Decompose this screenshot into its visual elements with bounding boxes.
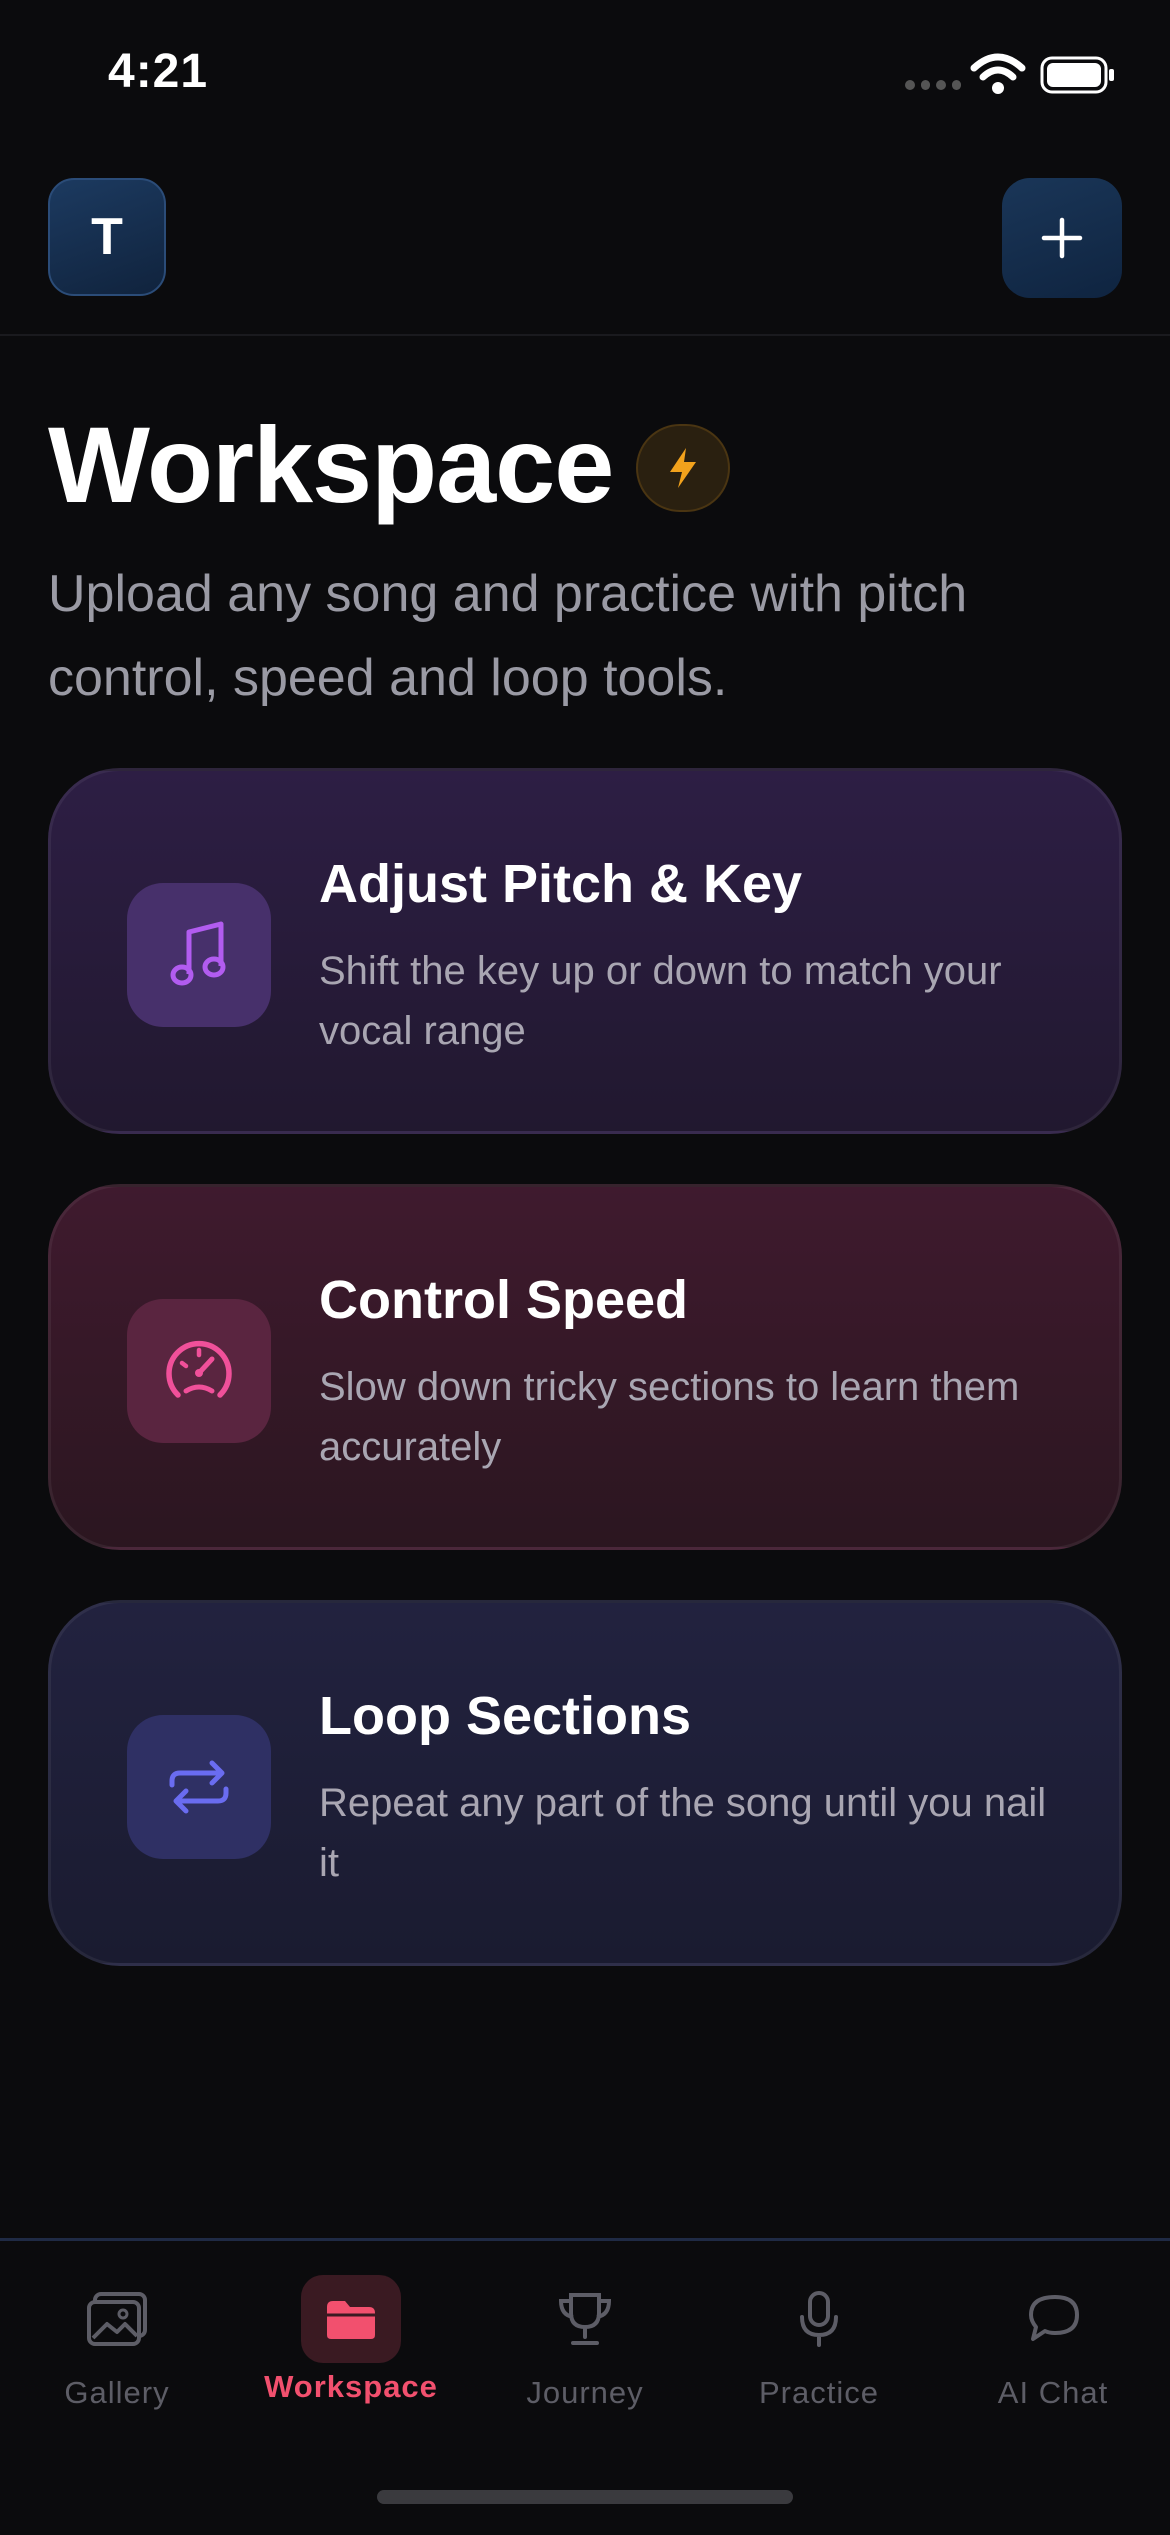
card-title: Adjust Pitch & Key	[319, 854, 803, 914]
top-header: T	[0, 150, 1170, 336]
home-indicator	[377, 2490, 793, 2504]
add-button[interactable]	[1002, 178, 1122, 298]
pro-badge[interactable]	[636, 424, 730, 512]
tab-practice[interactable]: Practice	[702, 2241, 936, 2461]
tab-label: AI Chat	[997, 2375, 1109, 2410]
card-icon-container	[127, 1715, 271, 1859]
status-time: 4:21	[108, 45, 209, 98]
plus-icon	[1041, 217, 1083, 259]
chat-bubble-icon	[1003, 2275, 1103, 2363]
trophy-icon	[535, 2275, 635, 2363]
microphone-icon	[769, 2275, 869, 2363]
status-bar: 4:21	[0, 0, 1170, 150]
speedometer-icon	[166, 1340, 232, 1398]
folder-icon	[301, 2275, 401, 2363]
card-title: Control Speed	[319, 1270, 689, 1330]
tab-label: Gallery	[64, 2375, 170, 2410]
card-title: Loop Sections	[319, 1686, 692, 1746]
page-subtitle: Upload any song and practice with pitch …	[48, 565, 968, 707]
gallery-icon	[67, 2275, 167, 2363]
page-title: Workspace	[48, 404, 614, 525]
wifi-icon	[970, 53, 1026, 94]
card-icon-container	[127, 883, 271, 1027]
card-description: Shift the key up or down to match your v…	[319, 949, 1002, 1053]
loop-sections-card[interactable]: Loop Sections Repeat any part of the son…	[48, 1600, 1122, 1966]
lightning-bolt-icon	[670, 448, 696, 488]
card-description: Repeat any part of the song until you na…	[319, 1781, 1047, 1885]
battery-icon	[1040, 56, 1114, 94]
card-description: Slow down tricky sections to learn them …	[319, 1365, 1020, 1469]
tab-gallery[interactable]: Gallery	[0, 2241, 234, 2461]
tab-label: Workspace	[264, 2369, 438, 2404]
tab-workspace[interactable]: Workspace	[234, 2241, 468, 2461]
adjust-pitch-card[interactable]: Adjust Pitch & Key Shift the key up or d…	[48, 768, 1122, 1134]
music-note-icon	[170, 921, 226, 986]
control-speed-card[interactable]: Control Speed Slow down tricky sections …	[48, 1184, 1122, 1550]
tab-ai-chat[interactable]: AI Chat	[936, 2241, 1170, 2461]
tab-journey[interactable]: Journey	[468, 2241, 702, 2461]
avatar[interactable]: T	[48, 178, 166, 296]
tab-label: Journey	[526, 2375, 644, 2410]
tab-label: Practice	[759, 2375, 879, 2410]
repeat-icon	[169, 1760, 229, 1814]
card-icon-container	[127, 1299, 271, 1443]
cellular-signal-icon	[905, 80, 961, 94]
